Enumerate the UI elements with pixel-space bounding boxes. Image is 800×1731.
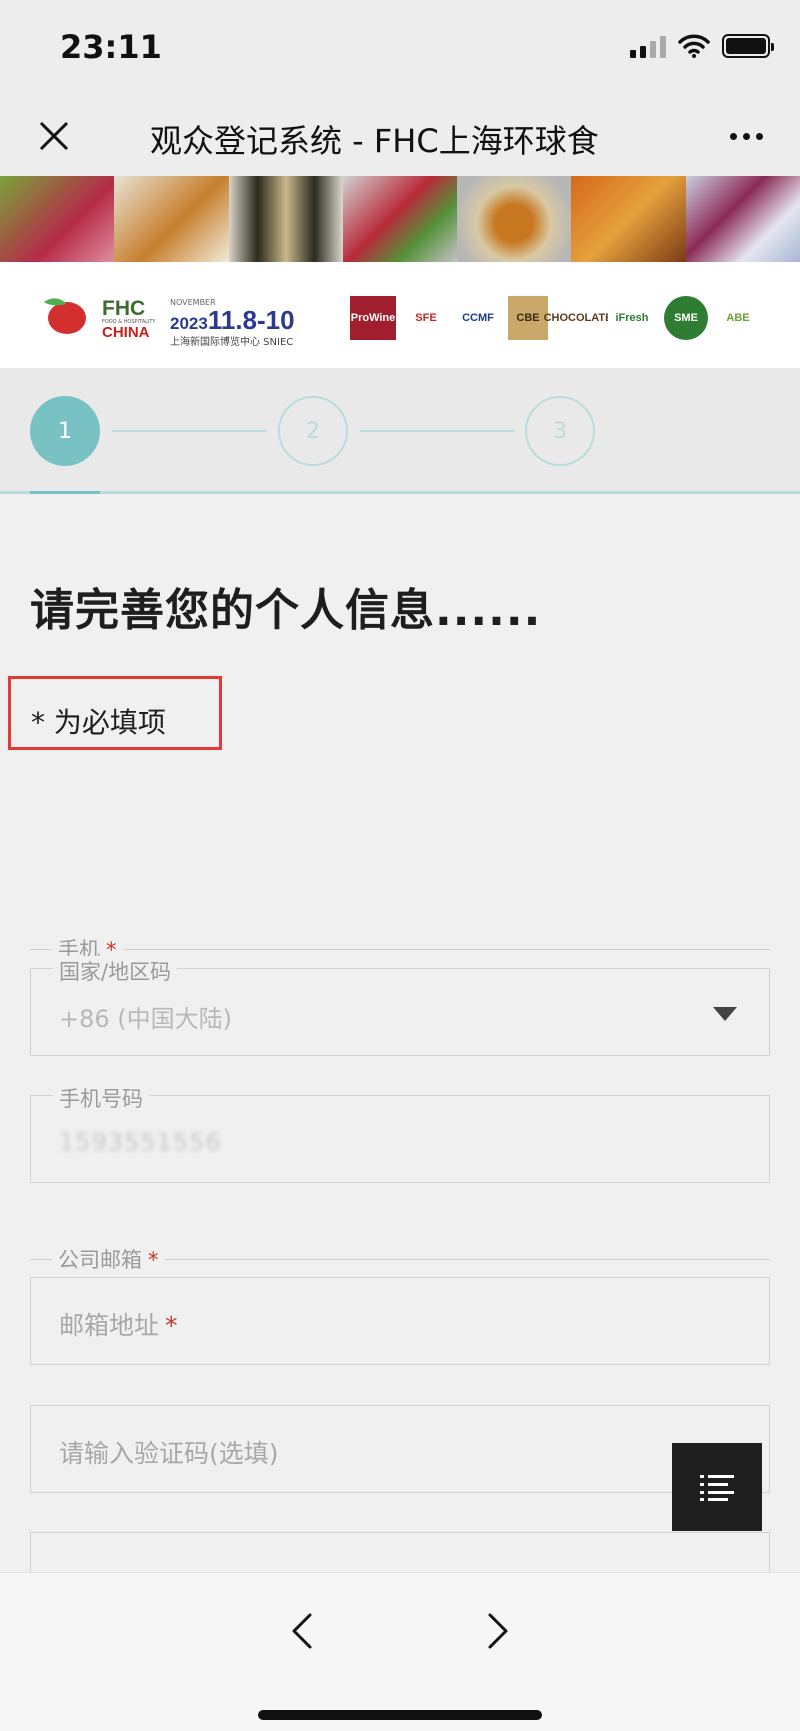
banner-photo-strip [0, 176, 800, 262]
partner-logo-abe: ABE [716, 296, 760, 340]
page: 23:11 观众登记系统 - FHC上海环球食 FHC FOOD & HOSPI… [0, 0, 800, 1731]
more-icon-dot [742, 132, 750, 140]
more-options-button[interactable] [722, 112, 770, 160]
banner-photo-dessert [114, 176, 229, 262]
chevron-left-icon [292, 1613, 312, 1649]
status-bar: 23:11 [0, 0, 800, 96]
partner-logos: ProWine SFE CCMF CBE CHOCOLATE iFresh SME ABE [350, 294, 760, 342]
battery-icon [722, 34, 774, 58]
banner-photo-packaged [685, 176, 800, 262]
phone-number-value: 1593551556 [59, 1128, 222, 1156]
close-icon [39, 121, 69, 151]
required-star: * [148, 1248, 159, 1272]
divider [30, 949, 770, 950]
cellular-signal-icon [630, 34, 666, 58]
partner-logo-sfe: SFE [404, 296, 448, 340]
step-3-indicator: 3 [525, 396, 595, 466]
progress-stepper: 1 2 3 [0, 368, 800, 494]
fhc-logo: FHC FOOD & HOSPITALITY CHINA [102, 298, 162, 341]
step-connector [112, 430, 267, 432]
email-placeholder-text: 邮箱地址 [59, 1311, 160, 1340]
banner-photo-bottles [228, 176, 343, 262]
back-button[interactable] [282, 1603, 322, 1659]
status-time: 23:11 [60, 28, 162, 66]
dropdown-arrow-icon [713, 1007, 737, 1021]
event-day-range: 11.8-10 [207, 305, 295, 335]
step-1-indicator: 1 [30, 396, 100, 466]
page-title: 观众登记系统 - FHC上海环球食 [150, 122, 599, 160]
floating-menu-button[interactable] [672, 1443, 762, 1531]
step-connector [360, 430, 515, 432]
phone-number-label: 手机号码 [53, 1083, 149, 1113]
event-date-line: 202311.8-10 [170, 307, 320, 337]
apple-logo-icon [44, 298, 86, 334]
more-icon-dot [755, 132, 763, 140]
step-2-indicator: 2 [278, 396, 348, 466]
email-input[interactable]: 邮箱地址 * [30, 1277, 770, 1365]
email-placeholder: 邮箱地址 * [59, 1306, 178, 1342]
home-indicator [258, 1710, 542, 1720]
nav-bar: 观众登记系统 - FHC上海环球食 [0, 96, 800, 176]
close-button[interactable] [30, 112, 78, 160]
active-step-underline [30, 491, 100, 494]
browser-bottom-toolbar [0, 1572, 800, 1731]
more-icon-dot [729, 132, 737, 140]
partner-logo-ccmf: CCMF [456, 296, 500, 340]
banner-photo-drink [457, 176, 572, 262]
list-menu-icon [700, 1475, 734, 1501]
chevron-right-icon [488, 1613, 508, 1649]
country-code-label: 国家/地区码 [53, 956, 178, 986]
partner-logo-ifresh: iFresh [608, 296, 656, 340]
wifi-icon [678, 34, 710, 58]
email-group-label: 公司邮箱 * [30, 1244, 770, 1274]
banner-photo-food [571, 176, 686, 262]
event-banner: FHC FOOD & HOSPITALITY CHINA NOVEMBER 20… [0, 262, 800, 368]
status-icons [630, 34, 774, 58]
fhc-logo-china: CHINA [102, 324, 150, 341]
banner-photo-pastries [342, 176, 458, 262]
partner-logo-prowine: ProWine [350, 296, 396, 340]
required-star: * [165, 1311, 178, 1340]
phone-number-input[interactable]: 手机号码 1593551556 [30, 1083, 770, 1183]
email-group-label-text: 公司邮箱 * [52, 1244, 165, 1274]
country-code-value: +86 (中国大陆) [59, 1005, 233, 1033]
event-dates: NOVEMBER 202311.8-10 上海新国际博览中心 SNIEC [170, 298, 320, 349]
event-venue: 上海新国际博览中心 SNIEC [170, 337, 294, 348]
country-code-select[interactable]: 国家/地区码 +86 (中国大陆) [30, 956, 770, 1056]
fhc-logo-text: FHC [102, 297, 146, 320]
event-year: 2023 [170, 314, 208, 333]
partner-logo-chocolate: CHOCOLATE [544, 296, 612, 340]
email-label: 公司邮箱 [58, 1248, 142, 1272]
partner-logo-cbe: CBE [508, 296, 548, 340]
form-heading: 请完善您的个人信息...... [30, 585, 542, 636]
forward-button[interactable] [478, 1603, 518, 1659]
partner-logo-sme: SME [664, 296, 708, 340]
verification-code-placeholder: 请输入验证码(选填) [59, 1439, 279, 1468]
verification-code-input[interactable]: 请输入验证码(选填) [30, 1405, 770, 1493]
banner-photo-meat [0, 176, 115, 262]
required-fields-note: * 为必填项 [8, 676, 222, 750]
